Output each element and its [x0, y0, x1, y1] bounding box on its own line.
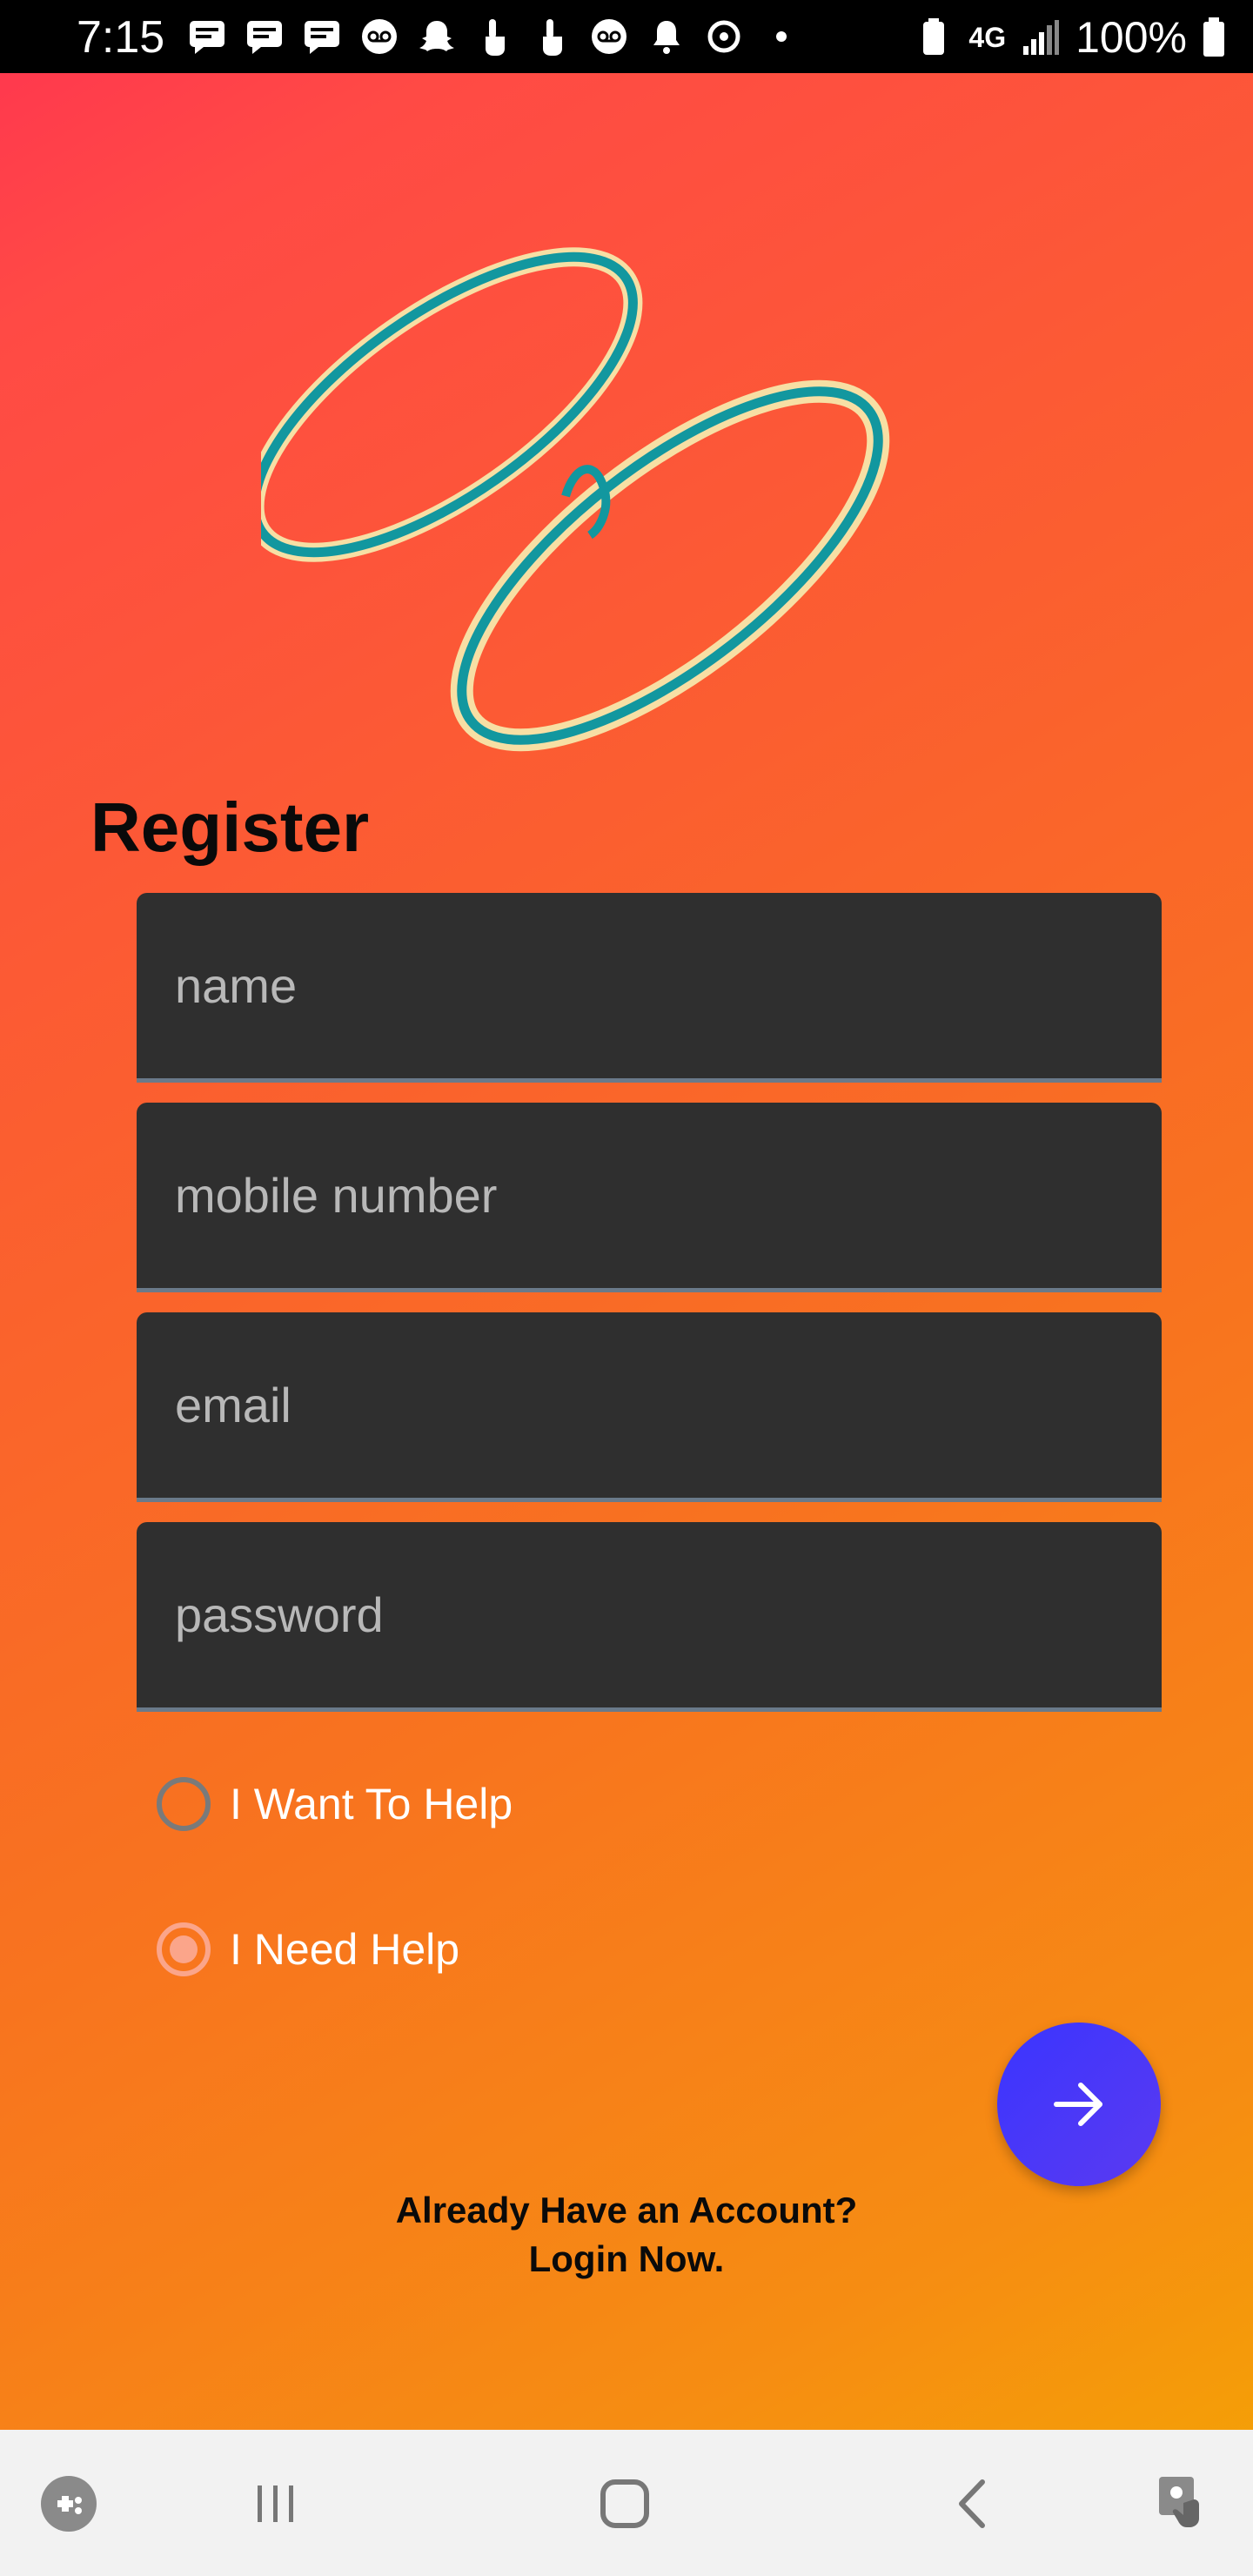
- password-input[interactable]: [137, 1522, 1162, 1707]
- status-right: 4G 100%: [913, 7, 1227, 68]
- mobile-number-input[interactable]: [137, 1103, 1162, 1288]
- voicemail-icon: [362, 19, 397, 54]
- battery-saver-icon: [923, 18, 945, 55]
- app-logo: [261, 247, 890, 752]
- email-input[interactable]: [137, 1312, 1162, 1498]
- recent-apps-icon[interactable]: [245, 2473, 306, 2534]
- status-time: 7:15: [77, 12, 165, 63]
- radio-need-help[interactable]: I Need Help: [157, 1922, 459, 1976]
- home-icon[interactable]: [594, 2473, 655, 2534]
- login-prompt: Already Have an Account?: [395, 2190, 858, 2231]
- radio-button-checked[interactable]: [157, 1922, 211, 1976]
- name-input[interactable]: [137, 893, 1162, 1078]
- radio-want-to-help[interactable]: I Want To Help: [157, 1777, 513, 1831]
- snapchat-icon: [419, 21, 454, 51]
- message-icon: [247, 21, 282, 54]
- page-title: Register: [90, 788, 370, 866]
- radio-label-want-to-help: I Want To Help: [230, 1780, 513, 1828]
- status-bar: 7:15 4G 100%: [0, 0, 1253, 73]
- dot-icon: [776, 31, 787, 42]
- voicemail-icon: [592, 19, 626, 54]
- login-action[interactable]: Login Now.: [0, 2235, 1253, 2284]
- battery-icon: [1203, 17, 1224, 57]
- name-field-container: [137, 893, 1162, 1083]
- signal-icon: [1023, 20, 1060, 55]
- back-icon[interactable]: [944, 2473, 1005, 2534]
- touch-icon: [543, 19, 562, 56]
- network-type: 4G: [968, 21, 1007, 53]
- game-launcher-icon[interactable]: [38, 2473, 99, 2534]
- email-field-container: [137, 1312, 1162, 1502]
- sync-icon: [707, 20, 740, 53]
- submit-button[interactable]: [997, 2023, 1161, 2186]
- battery-percent: 100%: [1075, 13, 1187, 62]
- message-icon: [190, 21, 224, 54]
- radio-label-need-help: I Need Help: [230, 1925, 460, 1974]
- touch-icon: [486, 19, 505, 56]
- mobile-field-container: [137, 1103, 1162, 1292]
- login-link[interactable]: Already Have an Account? Login Now.: [0, 2186, 1253, 2284]
- message-icon: [305, 21, 339, 54]
- password-field-container: [137, 1522, 1162, 1712]
- bell-icon: [653, 21, 680, 54]
- navigation-bar: [0, 2430, 1253, 2576]
- arrow-right-icon: [1054, 2083, 1102, 2126]
- notification-icons: [186, 16, 802, 57]
- radio-button-unchecked[interactable]: [157, 1777, 211, 1831]
- accessibility-icon[interactable]: [1154, 2473, 1215, 2534]
